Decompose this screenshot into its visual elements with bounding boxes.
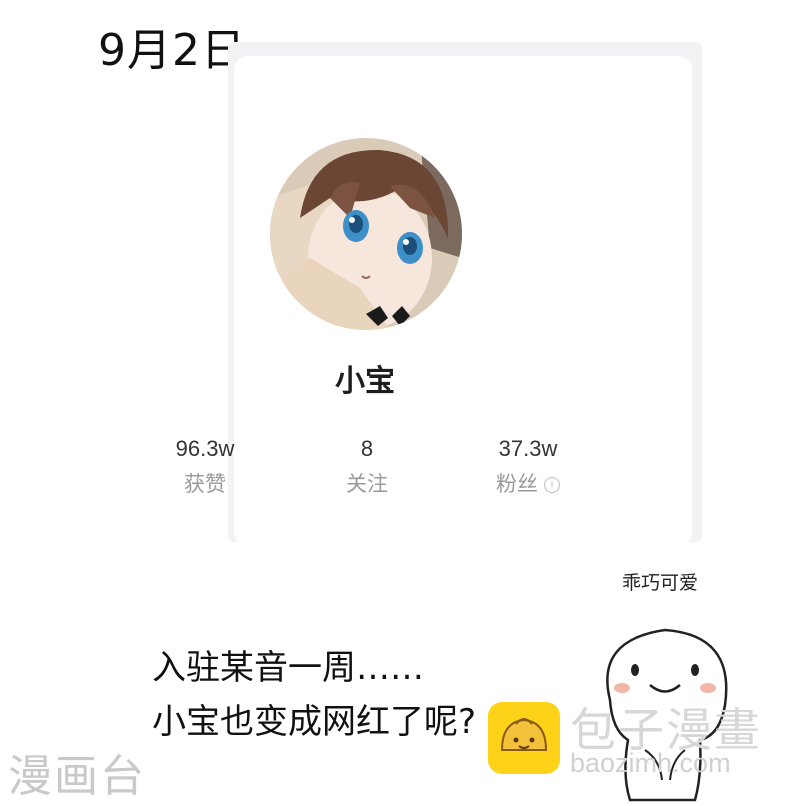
caption-line-1: 入驻某音一周…… [152,648,424,688]
watermark-baozi-url: baozimh.com [570,748,731,778]
baozi-logo-icon [488,702,560,774]
watermark-manhuatai: 漫画台 [8,751,146,802]
stat-likes[interactable]: 96.3w 获赞 [130,436,280,498]
stat-followers-value: 37.3w [498,436,558,461]
avatar[interactable] [270,138,462,330]
stat-following[interactable]: 8 关注 [292,436,442,498]
stat-likes-label: 获赞 [184,472,226,496]
username: 小宝 [335,364,395,399]
stat-followers-label: 粉丝 [496,472,538,496]
stat-following-label: 关注 [346,472,388,496]
stat-following-value: 8 [360,436,374,461]
sticker-caption: 乖巧可爱 [622,572,699,594]
stat-likes-value: 96.3w [175,436,235,461]
avatar-illustration [270,138,462,330]
info-icon[interactable]: i [544,477,560,493]
stat-followers[interactable]: 37.3w 粉丝 i [453,436,603,498]
caption-line-2: 小宝也变成网红了呢? [152,702,477,742]
date-heading: 9月2日 [98,25,246,76]
stat-followers-label-wrap: 粉丝 i [453,468,603,498]
